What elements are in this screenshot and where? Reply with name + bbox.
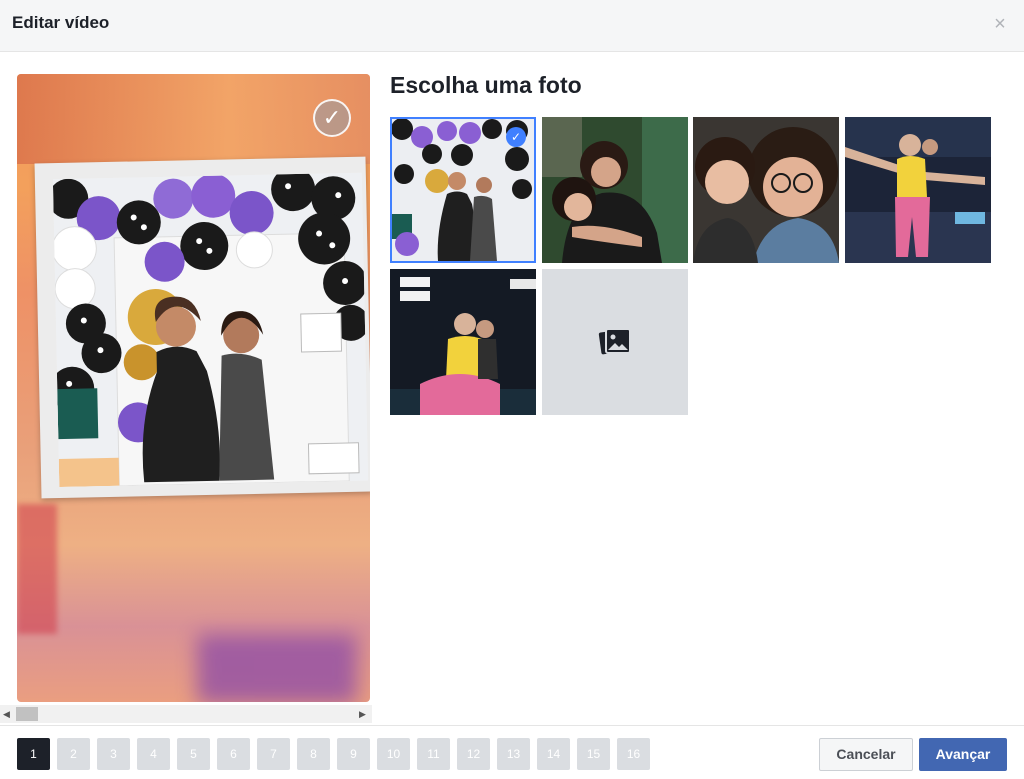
horizontal-scrollbar[interactable]: ◀ ▶ bbox=[0, 705, 372, 723]
thumbnail-girl-arms-out[interactable] bbox=[845, 117, 991, 263]
picker-title: Escolha uma foto bbox=[390, 72, 582, 98]
page-button-13[interactable]: 13 bbox=[497, 738, 530, 770]
scrollbar-thumb[interactable] bbox=[16, 707, 38, 721]
page-button-12[interactable]: 12 bbox=[457, 738, 490, 770]
page-button-14[interactable]: 14 bbox=[537, 738, 570, 770]
selected-check-icon: ✓ bbox=[506, 127, 526, 147]
thumbnail-party-balloons[interactable]: ✓ bbox=[390, 117, 536, 263]
video-preview: ✓ bbox=[17, 74, 370, 702]
preview-background-accent bbox=[17, 504, 57, 634]
page-button-8[interactable]: 8 bbox=[297, 738, 330, 770]
dialog-title: Editar vídeo bbox=[12, 13, 110, 32]
page-button-9[interactable]: 9 bbox=[337, 738, 370, 770]
scroll-right-icon[interactable]: ▶ bbox=[359, 709, 366, 720]
photo-gallery-icon bbox=[598, 328, 631, 355]
page-button-1[interactable]: 1 bbox=[17, 738, 50, 770]
page-button-4[interactable]: 4 bbox=[137, 738, 170, 770]
girl-arms-out-image bbox=[845, 117, 991, 263]
page-button-3[interactable]: 3 bbox=[97, 738, 130, 770]
girls-yellow-shirt-image bbox=[390, 269, 536, 415]
cancel-button[interactable]: Cancelar bbox=[819, 738, 913, 771]
thumbnail-girls-yellow-shirt[interactable] bbox=[390, 269, 536, 415]
thumbnail-two-girls-glasses[interactable] bbox=[693, 117, 839, 263]
dialog-header: Editar vídeo × bbox=[0, 0, 1024, 52]
next-button[interactable]: Avançar bbox=[919, 738, 1007, 771]
close-icon[interactable]: × bbox=[990, 14, 1010, 34]
page-button-10[interactable]: 10 bbox=[377, 738, 410, 770]
page-button-5[interactable]: 5 bbox=[177, 738, 210, 770]
party-photo-image bbox=[52, 172, 369, 488]
dialog-footer: 1 2 3 4 5 6 7 8 9 10 11 12 13 14 15 16 Cancelar Avançar bbox=[0, 725, 1024, 779]
page-button-15[interactable]: 15 bbox=[577, 738, 610, 770]
page-button-11[interactable]: 11 bbox=[417, 738, 450, 770]
photo-thumbnail-grid: ✓ bbox=[390, 117, 1000, 417]
thumbnail-hug-green-wall[interactable] bbox=[542, 117, 688, 263]
page-button-7[interactable]: 7 bbox=[257, 738, 290, 770]
preview-photo bbox=[52, 172, 369, 488]
page-button-16[interactable]: 16 bbox=[617, 738, 650, 770]
scroll-left-icon[interactable]: ◀ bbox=[3, 709, 10, 720]
two-girls-glasses-image bbox=[693, 117, 839, 263]
preview-photo-frame bbox=[34, 156, 370, 499]
preview-background-blur bbox=[197, 634, 357, 702]
hug-green-wall-image bbox=[542, 117, 688, 263]
pagination: 1 2 3 4 5 6 7 8 9 10 11 12 13 14 15 16 bbox=[17, 738, 650, 770]
preview-check-icon[interactable]: ✓ bbox=[313, 99, 351, 137]
page-button-2[interactable]: 2 bbox=[57, 738, 90, 770]
page-button-6[interactable]: 6 bbox=[217, 738, 250, 770]
edit-video-dialog: Editar vídeo × ✓ ◀ ▶ Escolha uma foto ✓ … bbox=[0, 0, 1024, 779]
add-photo-tile[interactable] bbox=[542, 269, 688, 415]
